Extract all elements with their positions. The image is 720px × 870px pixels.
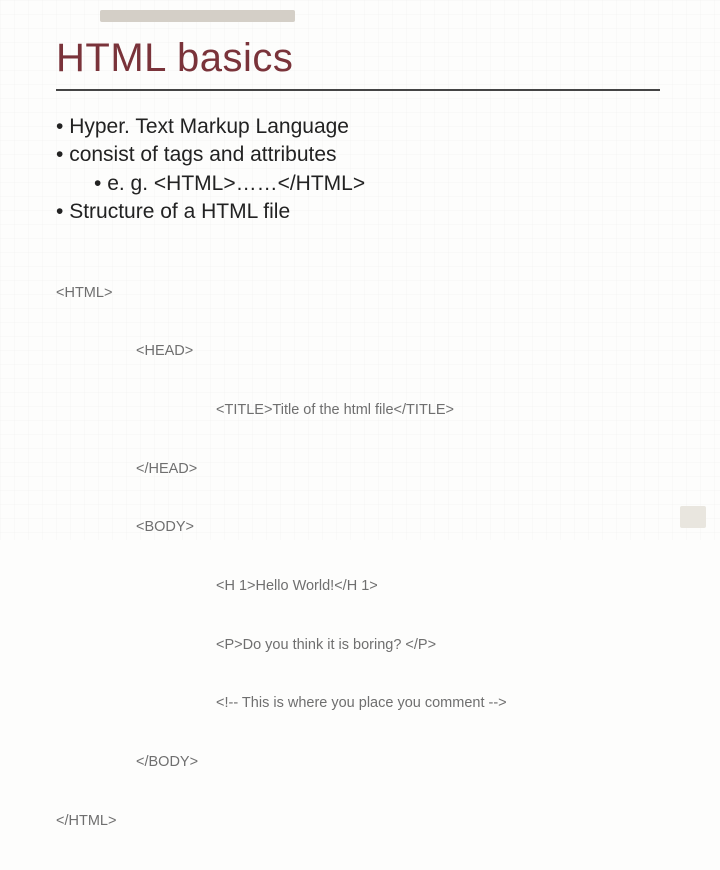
code-line: <H 1>Hello World!</H 1> [216, 577, 660, 597]
code-line: <TITLE>Title of the html file</TITLE> [216, 401, 660, 421]
code-line: <HTML> [56, 284, 660, 304]
code-line: <!-- This is where you place you comment… [216, 694, 660, 714]
decorative-topbar [100, 10, 295, 22]
decorative-corner [680, 506, 706, 528]
slide-content: HTML basics Hyper. Text Markup Language … [56, 36, 660, 870]
code-line: <BODY> [136, 518, 660, 538]
bullet-subitem: e. g. <HTML>……</HTML> [94, 170, 660, 198]
code-line: </HTML> [56, 812, 660, 832]
bullet-item: Structure of a HTML file [56, 198, 660, 226]
code-line: </BODY> [136, 753, 660, 773]
bullet-list: Hyper. Text Markup Language consist of t… [56, 113, 660, 226]
code-example: <HTML> <HEAD> <TITLE>Title of the html f… [56, 244, 660, 870]
slide-title: HTML basics [56, 36, 660, 91]
bullet-item: Hyper. Text Markup Language [56, 113, 660, 141]
code-line: <P>Do you think it is boring? </P> [216, 636, 660, 656]
code-line: <HEAD> [136, 342, 660, 362]
code-line: </HEAD> [136, 460, 660, 480]
bullet-item: consist of tags and attributes [56, 141, 660, 169]
